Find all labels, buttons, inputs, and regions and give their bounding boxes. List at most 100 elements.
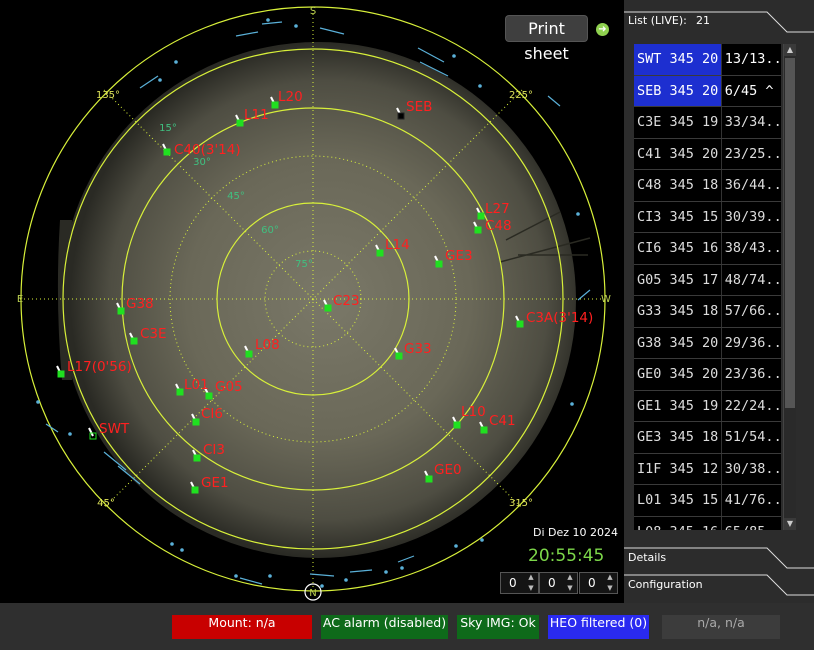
altitude-label: 30° — [193, 157, 211, 168]
time-spinner-seconds[interactable]: 0 ▲ ▼ — [579, 572, 618, 594]
spinner-up-icon[interactable]: ▲ — [605, 573, 615, 582]
pass-count: 33/34... — [720, 107, 781, 138]
altitude-label: 45° — [227, 191, 245, 202]
satellite-marker-c48[interactable] — [474, 226, 482, 234]
star-trail — [547, 95, 561, 107]
satellite-label: C41 — [489, 413, 516, 429]
spinner-down-icon[interactable]: ▼ — [565, 584, 575, 593]
list-row[interactable]: G33 345 1857/66... — [634, 296, 781, 328]
list-row[interactable]: CI6 345 1638/43... — [634, 233, 781, 265]
satellite-marker-l14[interactable] — [376, 249, 384, 257]
tab-configuration[interactable]: Configuration — [624, 571, 814, 601]
pass-count: 6/45 ^ — [720, 75, 781, 106]
azimuth-label: 225° — [509, 90, 533, 101]
satellite-marker-c41[interactable] — [480, 426, 488, 434]
time-spinner-minutes[interactable]: 0 ▲ ▼ — [539, 572, 578, 594]
satellite-marker-ge0[interactable] — [425, 475, 433, 483]
print-sheet-button[interactable]: Print sheet — [506, 16, 587, 63]
list-title: List (LIVE): — [628, 14, 687, 27]
heo-filter-status[interactable]: HEO filtered (0) — [548, 615, 649, 639]
satellite-marker-l01[interactable] — [176, 388, 184, 396]
satellite-label: GE0 — [434, 462, 462, 478]
list-row[interactable]: C48 345 1836/44... — [634, 170, 781, 202]
satellite-label: C40(3'14) — [174, 142, 241, 158]
tab-list[interactable]: List (LIVE): 21 — [624, 0, 814, 40]
list-row[interactable]: CI3 345 1530/39... — [634, 201, 781, 233]
spinner-down-icon[interactable]: ▼ — [526, 584, 536, 593]
satellite-marker-l17056[interactable] — [57, 370, 65, 378]
satellite-marker-g38[interactable] — [117, 307, 125, 315]
altitude-label: 60° — [261, 225, 279, 236]
satellite-marker-l10[interactable] — [453, 421, 461, 429]
list-row[interactable]: G38 345 2029/36... — [634, 327, 781, 359]
list-row[interactable]: GE1 345 1922/24... — [634, 390, 781, 422]
list-row[interactable]: GE0 345 2023/36... — [634, 359, 781, 391]
list-row[interactable]: SEB 345 20 6/45 ^ — [634, 75, 781, 107]
star-dot — [174, 60, 178, 64]
list-row[interactable]: G05 345 1748/74... — [634, 264, 781, 296]
star-dot — [320, 584, 324, 588]
list-row[interactable]: GE3 345 1851/54... — [634, 422, 781, 454]
pass-count: 30/39... — [720, 201, 781, 232]
pass-count: 65/85... — [720, 516, 781, 530]
satellite-marker-c23[interactable] — [324, 304, 332, 312]
sky-img-status[interactable]: Sky IMG: Ok — [457, 615, 539, 639]
compass-s: S — [310, 6, 316, 17]
satellite-label: C48 — [485, 218, 512, 234]
scroll-up-icon[interactable]: ▲ — [784, 44, 796, 56]
satellite-label: L11 — [244, 107, 269, 123]
satellite-label: C3A(3'14) — [526, 310, 593, 326]
pass-count: 13/13... — [720, 44, 781, 75]
mount-status[interactable]: Mount: n/a — [172, 615, 312, 639]
satellite-marker-g33[interactable] — [395, 352, 403, 360]
star-dot — [478, 84, 482, 88]
satellite-marker-seb[interactable] — [397, 112, 405, 120]
arrow-right-icon[interactable]: ➜ — [596, 23, 609, 36]
satellite-marker-ge1[interactable] — [191, 486, 199, 494]
star-dot — [180, 548, 184, 552]
satellite-marker-g05[interactable] — [205, 392, 213, 400]
satellite-marker-ci3[interactable] — [193, 454, 201, 462]
star-trail — [309, 573, 335, 577]
star-trail — [417, 47, 445, 63]
scroll-thumb[interactable] — [785, 58, 795, 408]
list-row[interactable]: L01 345 1541/76... — [634, 485, 781, 517]
satellite-list[interactable]: SWT 345 2013/13...SEB 345 20 6/45 ^C3E 3… — [634, 44, 781, 530]
spinner-up-icon[interactable]: ▲ — [526, 573, 536, 582]
star-trail — [319, 27, 345, 35]
satellite-marker-ci6[interactable] — [192, 418, 200, 426]
list-row[interactable]: I1F 345 1230/38... — [634, 453, 781, 485]
spinner-up-icon[interactable]: ▲ — [565, 573, 575, 582]
satellite-id: G05 345 17 — [637, 271, 719, 288]
list-scrollbar[interactable]: ▲ ▼ — [783, 44, 796, 530]
scroll-down-icon[interactable]: ▼ — [784, 518, 796, 530]
sky-map[interactable]: S N E W 135° 225° 45° 315° 15° 30° 45° 60° 75° L20 SE… — [0, 0, 624, 603]
pass-count: 51/54... — [720, 422, 781, 453]
list-row[interactable]: C41 345 2023/25... — [634, 138, 781, 170]
list-row[interactable]: L08 345 1665/85... — [634, 516, 781, 530]
list-row[interactable]: C3E 345 1933/34... — [634, 107, 781, 139]
satellite-label: G05 — [215, 379, 243, 395]
star-dot — [268, 574, 272, 578]
ac-alarm-status[interactable]: AC alarm (disabled) — [321, 615, 448, 639]
star-trail — [235, 31, 259, 37]
satellite-marker-l08[interactable] — [245, 350, 253, 358]
pass-count: 48/74... — [720, 264, 781, 295]
list-row[interactable]: SWT 345 2013/13... — [634, 44, 781, 76]
star-dot — [36, 400, 40, 404]
satellite-id: SWT 345 20 — [637, 51, 719, 67]
spinner-down-icon[interactable]: ▼ — [605, 584, 615, 593]
satellite-marker-ge3[interactable] — [435, 260, 443, 268]
time-spinner-hours[interactable]: 0 ▲ ▼ — [500, 572, 539, 594]
satellite-marker-c3e[interactable] — [130, 337, 138, 345]
satellite-marker-l27[interactable] — [477, 212, 485, 220]
satellite-label: L20 — [278, 89, 303, 105]
tab-details[interactable]: Details — [624, 544, 814, 574]
satellite-marker-c3a314[interactable] — [516, 320, 524, 328]
satellite-marker-l11[interactable] — [236, 119, 244, 127]
satellite-id: C3E 345 19 — [637, 114, 719, 130]
satellite-label: L08 — [255, 337, 280, 353]
satellite-marker-c40314[interactable] — [163, 148, 171, 156]
satellite-label: GE3 — [445, 248, 473, 264]
satellite-id: GE3 345 18 — [637, 429, 719, 445]
